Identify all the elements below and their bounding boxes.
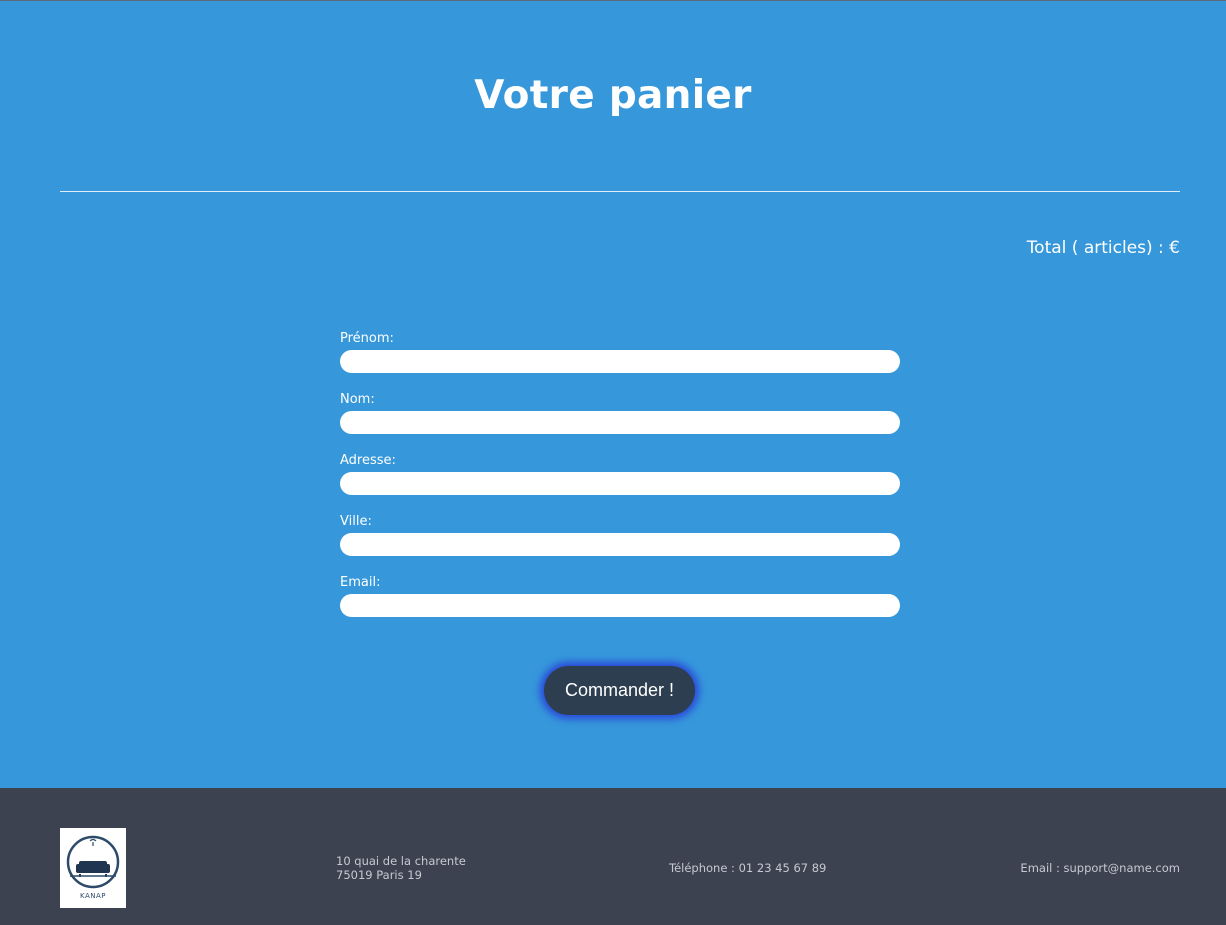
page-title: Votre panier xyxy=(474,73,752,118)
firstname-label: Prénom: xyxy=(340,331,394,346)
email-label: Email: xyxy=(340,575,381,590)
address-input[interactable] xyxy=(340,472,900,495)
address-label: Adresse: xyxy=(340,453,396,468)
cart-total: Total ( articles) : € xyxy=(1026,238,1180,258)
footer-phone: Téléphone : 01 23 45 67 89 xyxy=(669,861,827,875)
sofa-icon xyxy=(66,835,120,889)
city-input[interactable] xyxy=(340,533,900,556)
divider xyxy=(60,191,1180,192)
logo-text: KANAP xyxy=(79,892,106,900)
firstname-input[interactable] xyxy=(340,350,900,373)
footer-address: 10 quai de la charente 75019 Paris 19 xyxy=(336,854,466,882)
address-line-1: 10 quai de la charente xyxy=(336,854,466,868)
address-line-2: 75019 Paris 19 xyxy=(336,868,422,882)
footer-email: Email : support@name.com xyxy=(1020,861,1180,875)
kanap-logo[interactable]: KANAP xyxy=(60,828,126,908)
lastname-label: Nom: xyxy=(340,392,375,407)
email-input[interactable] xyxy=(340,594,900,617)
order-form: Prénom: Nom: Adresse: Ville: Email: xyxy=(340,331,900,636)
order-button[interactable]: Commander ! xyxy=(544,666,695,715)
firstname-field: Prénom: xyxy=(340,331,900,392)
lastname-input[interactable] xyxy=(340,411,900,434)
city-field: Ville: xyxy=(340,514,900,575)
address-field: Adresse: xyxy=(340,453,900,514)
city-label: Ville: xyxy=(340,514,372,529)
footer: KANAP 10 quai de la charente 75019 Paris… xyxy=(0,788,1226,925)
email-field: Email: xyxy=(340,575,900,636)
lastname-field: Nom: xyxy=(340,392,900,453)
